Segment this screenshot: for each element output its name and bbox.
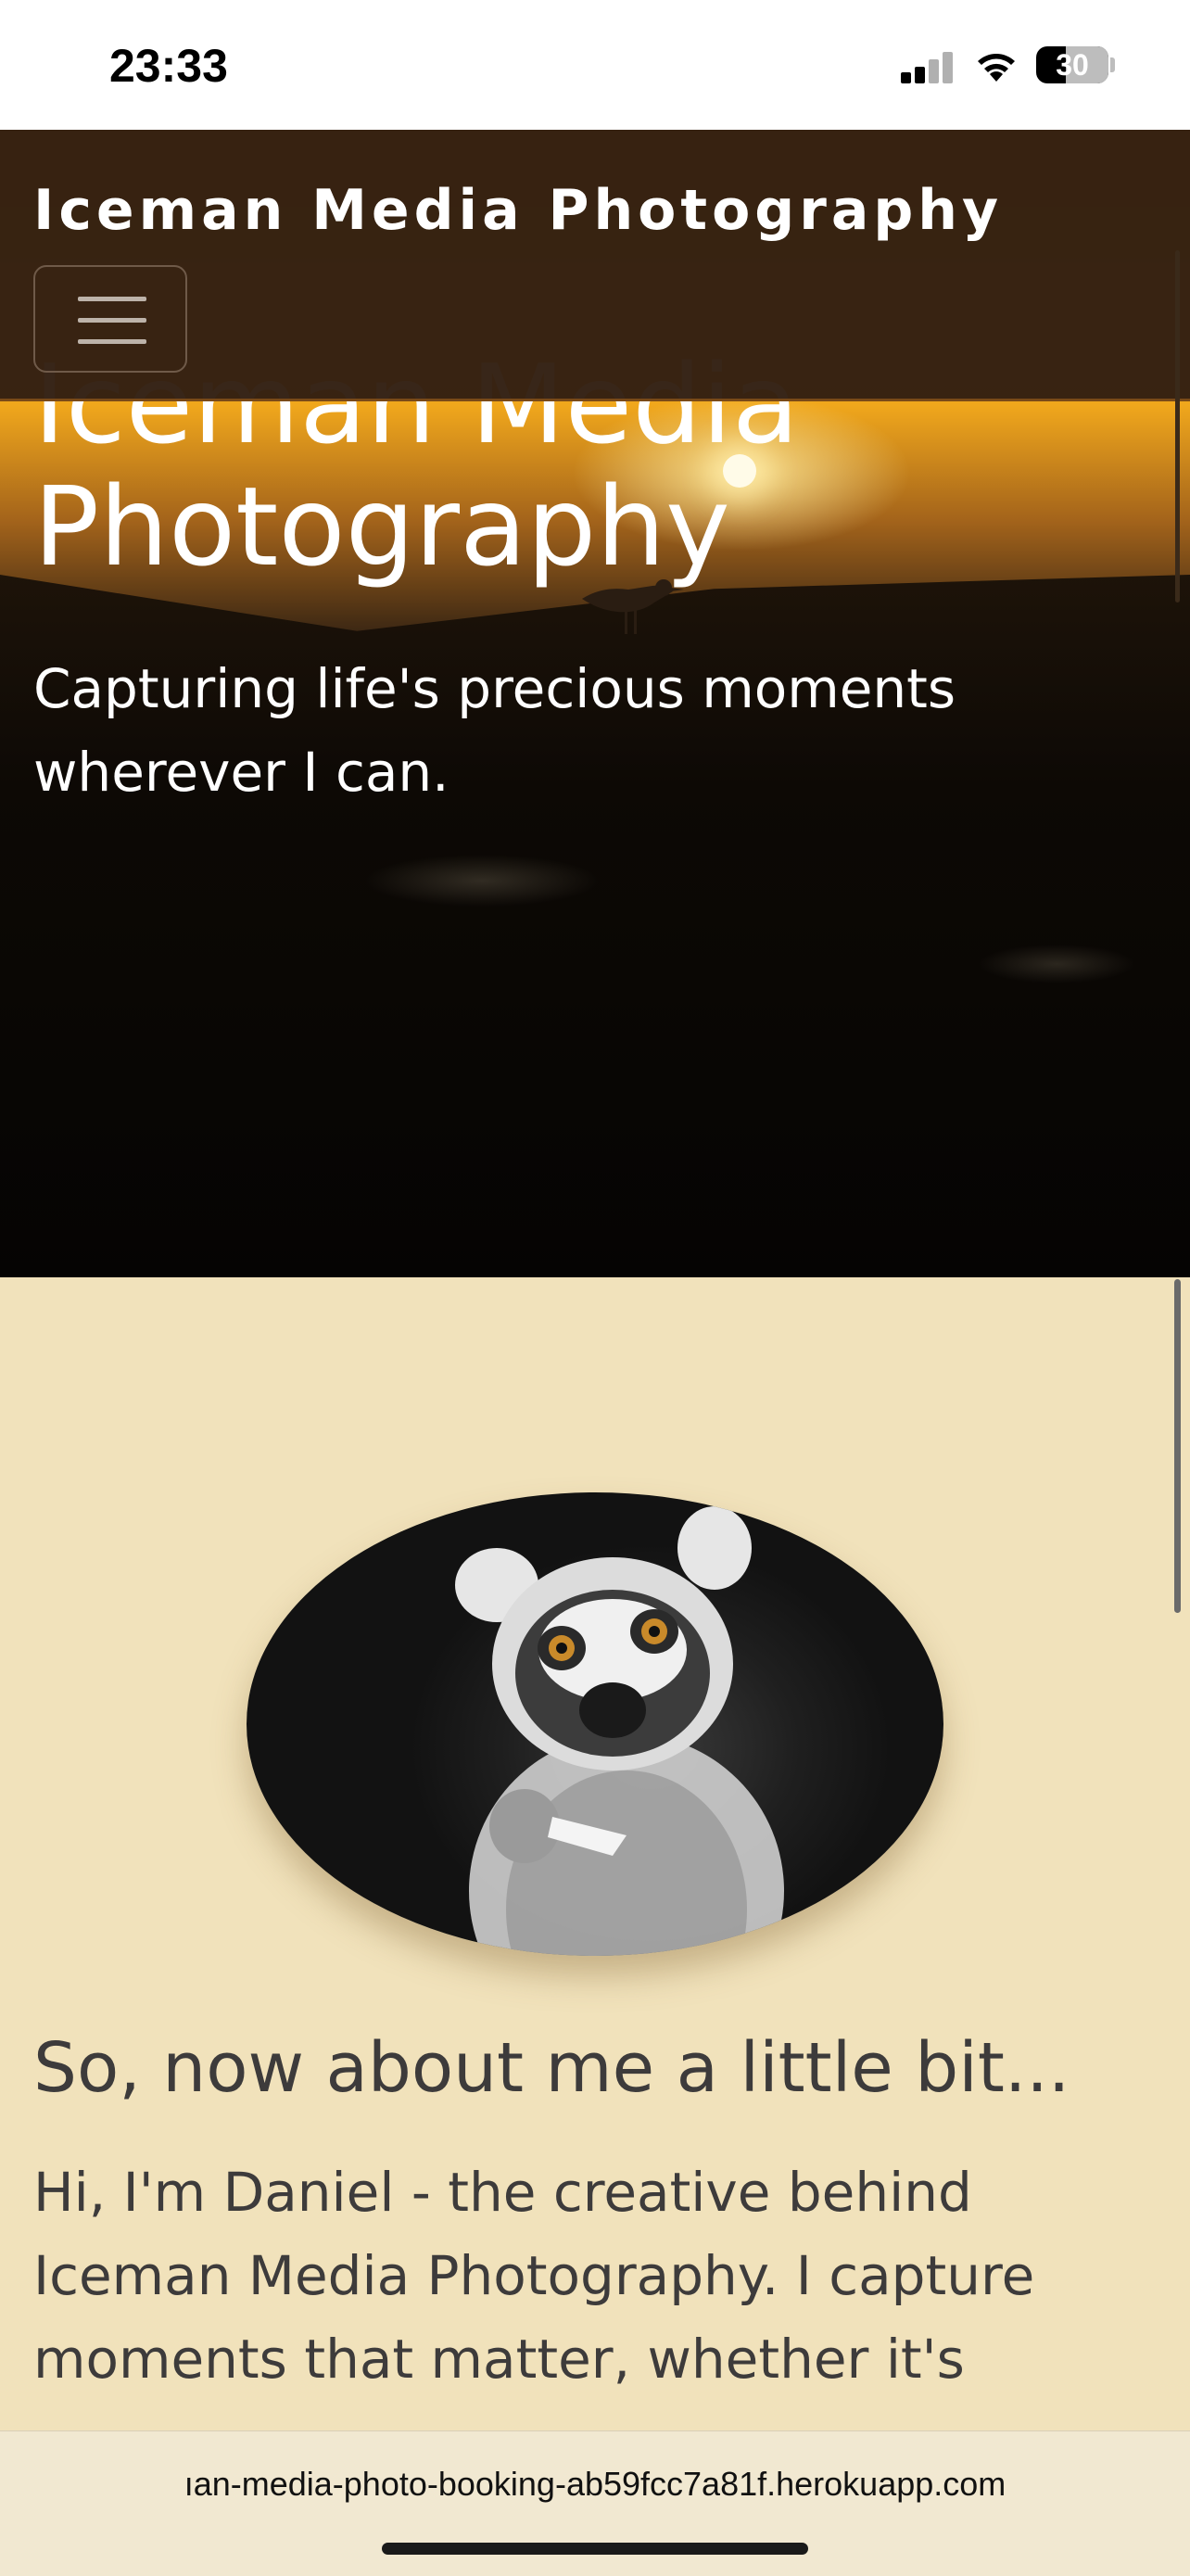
battery-icon: 30 [1036,46,1108,83]
profile-photo-lemur [247,1492,943,1956]
lemur-image [455,1506,784,1956]
wifi-icon [978,54,1015,82]
about-heading: So, now about me a little bit... [33,2028,1070,2108]
status-time: 23:33 [109,40,228,92]
home-indicator[interactable] [382,2543,808,2555]
battery-level: 30 [1056,48,1089,82]
hero-subtitle: Capturing life's precious moments wherev… [33,657,956,804]
about-text: Hi, I'm Daniel - the creative behind Ice… [33,2161,1035,2391]
scrollbar-thumb[interactable] [1174,1279,1181,1613]
scrollbar-track [1175,250,1180,603]
browser-url-bar[interactable]: ıan-media-photo-booking-ab59fcc7a81f.her… [0,2430,1190,2576]
navbar: Iceman Media Photography [0,130,1190,401]
status-bar: 23:33 30 [0,0,1190,130]
menu-toggle-button[interactable] [33,265,187,373]
brand-link[interactable]: Iceman Media Photography [33,178,1003,243]
signal-icon [901,50,955,83]
url-text[interactable]: ıan-media-photo-booking-ab59fcc7a81f.her… [0,2465,1190,2504]
battery-cap [1110,57,1115,72]
